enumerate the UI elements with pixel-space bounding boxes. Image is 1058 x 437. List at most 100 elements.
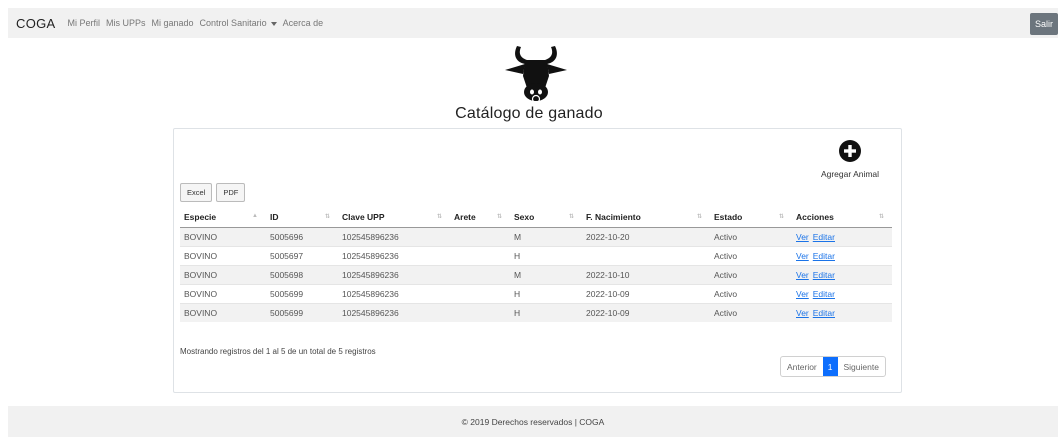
cell-f-nacimiento: 2022-10-09 <box>582 302 710 322</box>
cell-f-nacimiento <box>582 245 710 265</box>
sort-icon: ⇅ <box>878 214 884 220</box>
sort-icon: ⇅ <box>436 214 442 220</box>
cell-acciones: Ver Editar <box>792 226 892 246</box>
edit-link[interactable]: Editar <box>813 270 835 280</box>
cell-sexo: H <box>510 302 582 322</box>
cattle-table: Especie ▲ ID ⇅ Clave UPP ⇅ Arete ⇅ Sexo ⇅ F. … <box>180 208 892 322</box>
cell-estado: Activo <box>710 283 792 303</box>
col-header-id[interactable]: ID ⇅ <box>266 208 338 228</box>
cell-arete <box>450 226 510 246</box>
cell-clave-upp: 102545896236 <box>338 264 450 284</box>
pagination: Anterior 1 Siguiente <box>780 356 886 377</box>
cell-estado: Activo <box>710 245 792 265</box>
navbar: COGA Mi Perfil Mis UPPs Mi ganado Contro… <box>8 8 1058 38</box>
sort-icon: ⇅ <box>778 214 784 220</box>
nav-control-sanitario-label: Control Sanitario <box>199 18 267 28</box>
nav-mi-perfil[interactable]: Mi Perfil <box>67 18 100 28</box>
page-title: Catálogo de ganado <box>455 105 603 122</box>
nav-mis-upps[interactable]: Mis UPPs <box>106 18 146 28</box>
cell-sexo: H <box>510 283 582 303</box>
cell-arete <box>450 302 510 322</box>
col-header-label: Clave UPP <box>342 212 385 223</box>
col-header-label: Acciones <box>796 212 834 223</box>
nav-control-sanitario-dropdown[interactable]: Control Sanitario <box>200 18 277 28</box>
cell-clave-upp: 102545896236 <box>338 302 450 322</box>
cell-acciones: Ver Editar <box>792 245 892 265</box>
pagination-prev[interactable]: Anterior <box>781 357 823 376</box>
cell-clave-upp: 102545896236 <box>338 226 450 246</box>
sort-asc-icon: ▲ <box>252 213 258 219</box>
view-link[interactable]: Ver <box>796 232 809 242</box>
view-link[interactable]: Ver <box>796 251 809 261</box>
pagination-page-1[interactable]: 1 <box>822 357 838 376</box>
cell-sexo: M <box>510 226 582 246</box>
table-row: BOVINO 5005699 102545896236 H 2022-10-09… <box>180 283 892 303</box>
footer-text: © 2019 Derechos reservados | COGA <box>461 416 605 427</box>
cell-sexo: M <box>510 264 582 284</box>
cell-arete <box>450 283 510 303</box>
cell-clave-upp: 102545896236 <box>338 283 450 303</box>
excel-export-button[interactable]: Excel <box>180 183 213 202</box>
add-animal-label: Agregar Animal <box>820 169 880 179</box>
add-animal-button[interactable]: Agregar Animal <box>820 140 880 179</box>
cell-id: 5005699 <box>266 283 338 303</box>
cell-especie: BOVINO <box>180 226 266 246</box>
export-buttons: Excel PDF <box>180 183 246 202</box>
col-header-sexo[interactable]: Sexo ⇅ <box>510 208 582 228</box>
cell-arete <box>450 245 510 265</box>
cell-acciones: Ver Editar <box>792 302 892 322</box>
bull-logo-icon <box>505 46 567 104</box>
cell-acciones: Ver Editar <box>792 264 892 284</box>
cell-especie: BOVINO <box>180 283 266 303</box>
col-header-label: F. Nacimiento <box>586 212 641 223</box>
col-header-acciones[interactable]: Acciones ⇅ <box>792 208 892 228</box>
edit-link[interactable]: Editar <box>813 232 835 242</box>
col-header-label: Sexo <box>514 212 535 223</box>
cell-estado: Activo <box>710 264 792 284</box>
cell-estado: Activo <box>710 226 792 246</box>
col-header-clave-upp[interactable]: Clave UPP ⇅ <box>338 208 450 228</box>
cell-especie: BOVINO <box>180 245 266 265</box>
col-header-label: Estado <box>714 212 743 223</box>
pagination-next[interactable]: Siguiente <box>838 357 885 376</box>
table-row: BOVINO 5005699 102545896236 H 2022-10-09… <box>180 302 892 322</box>
plus-circle-icon <box>839 140 861 162</box>
col-header-label: Arete <box>454 212 476 223</box>
footer: © 2019 Derechos reservados | COGA <box>8 406 1058 437</box>
table-row: BOVINO 5005698 102545896236 M 2022-10-10… <box>180 264 892 284</box>
sort-icon: ⇅ <box>496 214 502 220</box>
col-header-label: Especie <box>184 212 217 223</box>
cell-id: 5005696 <box>266 226 338 246</box>
nav-mi-ganado[interactable]: Mi ganado <box>152 18 194 28</box>
col-header-estado[interactable]: Estado ⇅ <box>710 208 792 228</box>
col-header-especie[interactable]: Especie ▲ <box>180 208 266 228</box>
col-header-f-nacimiento[interactable]: F. Nacimiento ⇅ <box>582 208 710 228</box>
cell-clave-upp: 102545896236 <box>338 245 450 265</box>
table-info-text: Mostrando registros del 1 al 5 de un tot… <box>180 347 376 356</box>
logout-button[interactable]: Salir <box>1030 13 1058 35</box>
edit-link[interactable]: Editar <box>813 308 835 318</box>
cell-id: 5005697 <box>266 245 338 265</box>
sort-icon: ⇅ <box>568 214 574 220</box>
col-header-arete[interactable]: Arete ⇅ <box>450 208 510 228</box>
cell-estado: Activo <box>710 302 792 322</box>
table-header-row: Especie ▲ ID ⇅ Clave UPP ⇅ Arete ⇅ Sexo ⇅ F. … <box>180 208 892 228</box>
cell-acciones: Ver Editar <box>792 283 892 303</box>
edit-link[interactable]: Editar <box>813 289 835 299</box>
view-link[interactable]: Ver <box>796 308 809 318</box>
cell-id: 5005698 <box>266 264 338 284</box>
cell-especie: BOVINO <box>180 302 266 322</box>
view-link[interactable]: Ver <box>796 270 809 280</box>
pdf-export-button[interactable]: PDF <box>216 183 246 202</box>
cell-especie: BOVINO <box>180 264 266 284</box>
cell-f-nacimiento: 2022-10-10 <box>582 264 710 284</box>
edit-link[interactable]: Editar <box>813 251 835 261</box>
brand-link[interactable]: COGA <box>16 16 55 31</box>
view-link[interactable]: Ver <box>796 289 809 299</box>
cell-sexo: H <box>510 245 582 265</box>
sort-icon: ⇅ <box>696 214 702 220</box>
cell-arete <box>450 264 510 284</box>
table-row: BOVINO 5005697 102545896236 H Activo Ver… <box>180 245 892 265</box>
nav-acerca-de[interactable]: Acerca de <box>283 18 324 28</box>
cell-f-nacimiento: 2022-10-09 <box>582 283 710 303</box>
